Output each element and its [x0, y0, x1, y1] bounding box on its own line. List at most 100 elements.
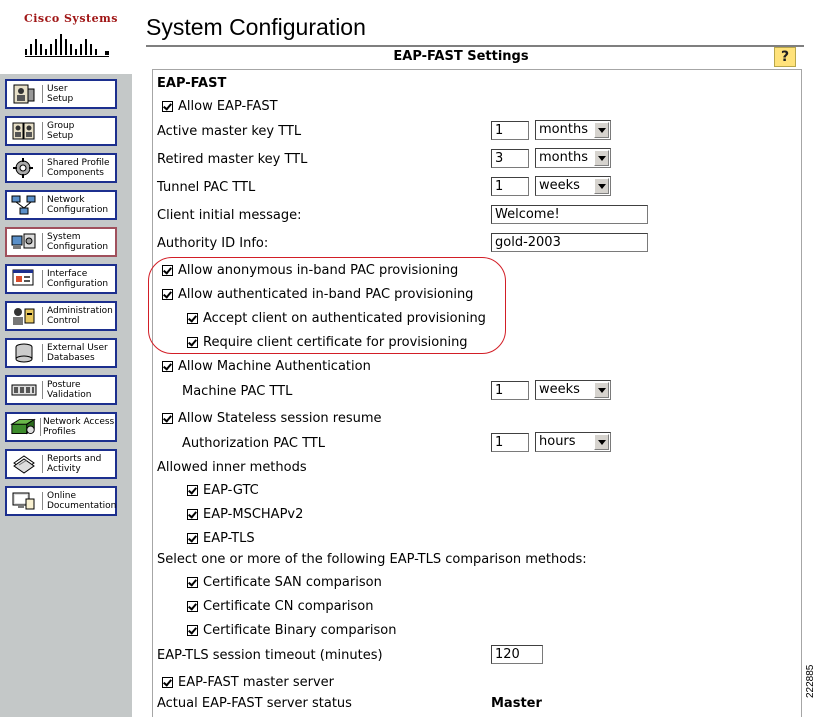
active-master-key-ttl-label: Active master key TTL	[157, 124, 302, 139]
sidebar-item-reports-and-activity[interactable]: Reports and Activity	[5, 449, 117, 479]
sidebar: User Setup Group Setup Shared Profile Co…	[0, 74, 132, 717]
certificate-san-checkbox[interactable]: Certificate SAN comparison	[187, 575, 382, 590]
sidebar-item-label: Shared Profile Components	[47, 158, 110, 178]
sidebar-item-label: System Configuration	[47, 232, 109, 252]
accept-client-checkbox[interactable]: Accept client on authenticated provision…	[187, 311, 486, 326]
nav-separator	[42, 381, 43, 399]
allowed-inner-methods-label: Allowed inner methods	[157, 460, 307, 475]
sidebar-item-network-access-profiles[interactable]: Network Access Profiles	[5, 412, 117, 442]
nav-separator	[42, 492, 43, 510]
chevron-down-icon[interactable]	[594, 178, 609, 194]
allow-machine-authentication-checkbox[interactable]: Allow Machine Authentication	[162, 359, 371, 374]
checkbox-box[interactable]	[162, 289, 173, 300]
admin-control-icon	[10, 304, 38, 328]
checkbox-box[interactable]	[187, 313, 198, 324]
authorization-pac-ttl-unit-select[interactable]: hours	[535, 432, 611, 452]
client-initial-message-label: Client initial message:	[157, 208, 302, 223]
checkbox-box[interactable]	[187, 533, 198, 544]
eap-mschapv2-checkbox[interactable]: EAP-MSCHAPv2	[187, 507, 303, 522]
user-setup-icon	[10, 82, 38, 106]
eap-gtc-checkbox[interactable]: EAP-GTC	[187, 483, 259, 498]
checkbox-box[interactable]	[187, 337, 198, 348]
form-heading: EAP-FAST	[157, 76, 227, 91]
checkbox-box[interactable]	[162, 413, 173, 424]
nav-separator	[42, 196, 43, 214]
checkbox-box[interactable]	[187, 577, 198, 588]
authority-id-info-input[interactable]: gold-2003	[491, 233, 648, 252]
help-button[interactable]: ?	[774, 47, 796, 67]
select-value: weeks	[539, 382, 580, 397]
certificate-binary-checkbox[interactable]: Certificate Binary comparison	[187, 623, 396, 638]
machine-pac-ttl-unit-select[interactable]: weeks	[535, 380, 611, 400]
tls-comparison-label: Select one or more of the following EAP-…	[157, 552, 587, 567]
sidebar-item-label: Posture Validation	[47, 380, 92, 400]
active-master-key-ttl-input[interactable]: 1	[491, 121, 529, 140]
allow-anonymous-provisioning-checkbox[interactable]: Allow anonymous in-band PAC provisioning	[162, 263, 458, 278]
checkbox-label: Certificate SAN comparison	[203, 575, 382, 590]
chevron-down-icon[interactable]	[594, 122, 609, 138]
tls-session-timeout-input[interactable]: 120	[491, 645, 543, 664]
nav-separator	[42, 307, 43, 325]
nav-separator	[42, 122, 43, 140]
tls-session-timeout-label: EAP-TLS session timeout (minutes)	[157, 648, 383, 663]
checkbox-label: Allow EAP-FAST	[178, 99, 278, 114]
sidebar-item-network-configuration[interactable]: Network Configuration	[5, 190, 117, 220]
chevron-down-icon[interactable]	[594, 434, 609, 450]
checkbox-box[interactable]	[162, 677, 173, 688]
active-master-key-ttl-unit-select[interactable]: months	[535, 120, 611, 140]
allow-eap-fast-checkbox[interactable]: Allow EAP-FAST	[162, 99, 278, 114]
docs-icon	[10, 489, 38, 513]
checkbox-label: EAP-MSCHAPv2	[203, 507, 304, 522]
eap-tls-checkbox[interactable]: EAP-TLS	[187, 531, 255, 546]
reports-icon	[10, 452, 38, 476]
sidebar-item-user-setup[interactable]: User Setup	[5, 79, 117, 109]
authorization-pac-ttl-input[interactable]: 1	[491, 433, 529, 452]
authority-id-info-label: Authority ID Info:	[157, 236, 269, 251]
require-client-certificate-checkbox[interactable]: Require client certificate for provision…	[187, 335, 468, 350]
sidebar-item-administration-control[interactable]: Administration Control	[5, 301, 117, 331]
checkbox-box[interactable]	[162, 101, 173, 112]
machine-pac-ttl-input[interactable]: 1	[491, 381, 529, 400]
checkbox-label: Allow authenticated in-band PAC provisio…	[178, 287, 474, 302]
checkbox-label: Allow Stateless session resume	[178, 411, 382, 426]
server-status-label: Actual EAP-FAST server status	[157, 696, 352, 711]
retired-master-key-ttl-unit-select[interactable]: months	[535, 148, 611, 168]
nav-separator	[42, 270, 43, 288]
client-initial-message-input[interactable]: Welcome!	[491, 205, 648, 224]
sidebar-item-online-documentation[interactable]: Online Documentation	[5, 486, 117, 516]
certificate-cn-checkbox[interactable]: Certificate CN comparison	[187, 599, 374, 614]
sidebar-item-interface-configuration[interactable]: Interface Configuration	[5, 264, 117, 294]
allow-authenticated-provisioning-checkbox[interactable]: Allow authenticated in-band PAC provisio…	[162, 287, 473, 302]
tunnel-pac-ttl-unit-select[interactable]: weeks	[535, 176, 611, 196]
sidebar-item-label: Network Configuration	[47, 195, 109, 215]
machine-pac-ttl-label: Machine PAC TTL	[182, 384, 293, 399]
checkbox-label: Require client certificate for provision…	[203, 335, 468, 350]
tunnel-pac-ttl-input[interactable]: 1	[491, 177, 529, 196]
nav-separator	[42, 233, 43, 251]
group-setup-icon	[10, 119, 38, 143]
sidebar-item-label: Network Access Profiles	[43, 417, 115, 437]
chevron-down-icon[interactable]	[594, 382, 609, 398]
checkbox-box[interactable]	[187, 485, 198, 496]
checkbox-box[interactable]	[187, 625, 198, 636]
sidebar-item-label: External User Databases	[47, 343, 108, 363]
nav-separator	[42, 159, 43, 177]
checkbox-label: EAP-TLS	[203, 531, 255, 546]
sidebar-item-system-configuration[interactable]: System Configuration	[5, 227, 117, 257]
sidebar-item-posture-validation[interactable]: Posture Validation	[5, 375, 117, 405]
checkbox-box[interactable]	[187, 601, 198, 612]
checkbox-box[interactable]	[162, 361, 173, 372]
checkbox-box[interactable]	[187, 509, 198, 520]
chevron-down-icon[interactable]	[594, 150, 609, 166]
sidebar-item-external-user-databases[interactable]: External User Databases	[5, 338, 117, 368]
sidebar-item-shared-profile[interactable]: Shared Profile Components	[5, 153, 117, 183]
posture-icon	[10, 378, 38, 402]
master-server-checkbox[interactable]: EAP-FAST master server	[162, 675, 334, 690]
checkbox-box[interactable]	[162, 265, 173, 276]
select-value: months	[539, 150, 588, 165]
allow-stateless-resume-checkbox[interactable]: Allow Stateless session resume	[162, 411, 382, 426]
brand-name: Cisco Systems	[24, 12, 118, 25]
retired-master-key-ttl-input[interactable]: 3	[491, 149, 529, 168]
sidebar-item-group-setup[interactable]: Group Setup	[5, 116, 117, 146]
tunnel-pac-ttl-label: Tunnel PAC TTL	[157, 180, 256, 195]
